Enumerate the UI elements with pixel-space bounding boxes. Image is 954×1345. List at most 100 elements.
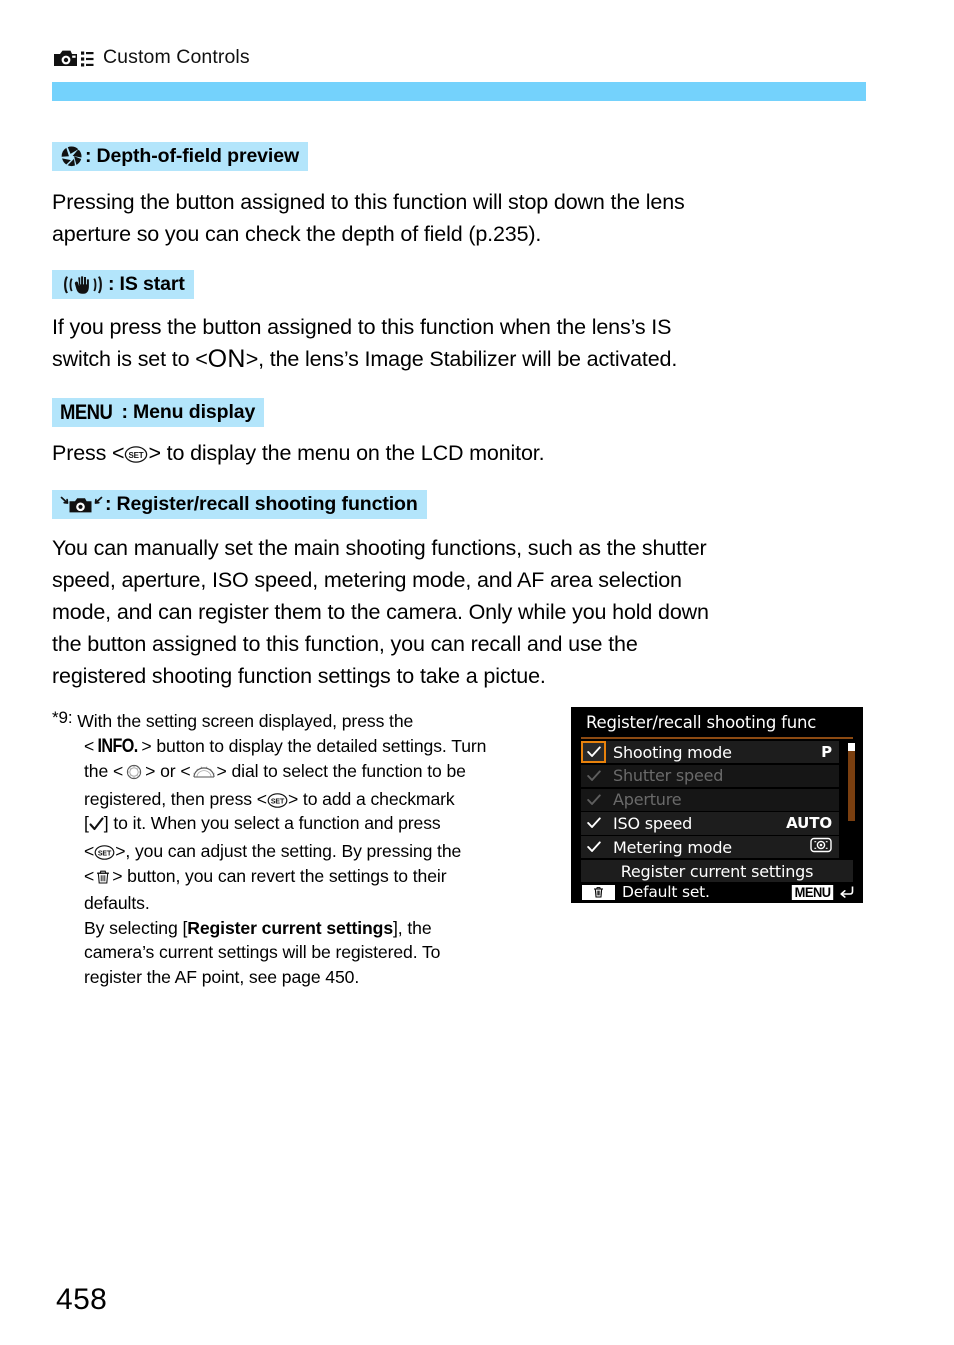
paragraph-line: aperture so you can check the depth of f… xyxy=(52,222,542,246)
svg-text:SET: SET xyxy=(129,451,144,460)
section-heading-colon-2: : xyxy=(108,273,115,295)
image-stabilizer-icon xyxy=(60,274,106,296)
lcd-row-label: Aperture xyxy=(613,790,682,810)
paragraph-line: You can manually set the main shooting f… xyxy=(52,536,707,560)
section-heading-menu-display: MENU : Menu display xyxy=(52,398,265,427)
footnote-line: register the AF point, see page 450. xyxy=(84,966,360,987)
running-head-title: Custom Controls xyxy=(103,46,250,68)
paragraph-text: > to display the menu on the LCD monitor… xyxy=(148,441,545,465)
quick-control-dial-icon xyxy=(123,762,145,787)
lcd-checkbox[interactable] xyxy=(581,836,606,858)
footnote-text: By selecting [ xyxy=(84,917,188,938)
footnote-line: defaults. xyxy=(84,893,150,914)
footnote-block: *9: With the setting screen displayed, p… xyxy=(52,706,552,990)
lcd-scrollbar-thumb[interactable] xyxy=(848,743,855,751)
footnote-bold-menu-name: Register current settings xyxy=(187,917,393,938)
lcd-row-shooting-mode[interactable]: Shooting mode P xyxy=(581,741,839,764)
footnote-text: > dial to select the function to be xyxy=(216,761,466,782)
paragraph-register-recall: You can manually set the main shooting f… xyxy=(52,532,882,692)
lcd-footer: Default set. MENU xyxy=(571,882,863,902)
footnote-line: registered, then press < SET > to add a ch… xyxy=(52,787,552,812)
lcd-screenshot: Register/recall shooting func Shooting m… xyxy=(571,707,863,903)
footnote-text: ], the xyxy=(393,917,432,938)
paragraph-line: Press < SET > to display the menu on the L… xyxy=(52,437,752,469)
lcd-row-shutter-speed[interactable]: Shutter speed xyxy=(581,764,839,787)
footnote-line: [] to it. When you select a function and… xyxy=(52,811,552,839)
lcd-row-label: Shooting mode xyxy=(613,742,732,762)
paragraph-line: If you press the button assigned to this… xyxy=(52,315,672,339)
set-button-icon: SET xyxy=(267,790,288,808)
lcd-row-value: P xyxy=(821,743,832,762)
lcd-option-list: Shooting mode P Shutter speed Aperture I… xyxy=(581,741,839,860)
footnote-text: registered, then press < xyxy=(84,788,267,809)
camera-menu-icon xyxy=(52,47,94,69)
paragraph-line: registered shooting function settings to… xyxy=(52,664,546,688)
lcd-row-aperture[interactable]: Aperture xyxy=(581,788,839,811)
menu-word-text: MENU xyxy=(60,400,113,424)
header-rule xyxy=(52,82,866,101)
paragraph-text: switch is set to < xyxy=(52,347,208,371)
footnote-text: the < xyxy=(84,761,124,782)
set-button-icon: SET xyxy=(94,842,115,860)
footnote-marker: *9: xyxy=(52,708,73,727)
section-heading-is-start: : IS start xyxy=(52,270,194,299)
section-heading-label-3: Menu display xyxy=(132,401,256,423)
footnote-text: < xyxy=(84,840,95,861)
lcd-register-current-settings-button[interactable]: Register current settings xyxy=(581,860,853,882)
paragraph-line: the button assigned to this function, yo… xyxy=(52,632,638,656)
section-heading-register-recall: : Register/recall shooting function xyxy=(52,490,427,519)
footnote-line: < SET >, you can adjust the setting. By pr… xyxy=(52,839,552,864)
paragraph-line: speed, aperture, ISO speed, metering mod… xyxy=(52,568,682,592)
trash-button-icon xyxy=(94,867,112,892)
main-dial-icon xyxy=(191,762,217,787)
set-button-icon: SET xyxy=(124,440,148,463)
lcd-row-iso-speed[interactable]: ISO speed AUTO xyxy=(581,812,839,835)
aperture-preview-icon xyxy=(60,145,83,168)
section-heading-label-1: Depth-of-field preview xyxy=(96,145,300,167)
paragraph-menu-display: Press < SET > to display the menu on the L… xyxy=(52,437,752,469)
lcd-checkbox[interactable] xyxy=(581,765,606,787)
footnote-text: With the setting screen displayed, press… xyxy=(77,711,414,731)
page-number: 458 xyxy=(56,1283,108,1316)
lcd-footer-return[interactable]: MENU xyxy=(790,883,855,902)
section-heading-colon-3: : xyxy=(121,401,128,423)
footnote-text: ] to it. When you select a function and … xyxy=(103,813,441,834)
lcd-row-label: ISO speed xyxy=(613,813,693,833)
paragraph-depth-of-field-preview: Pressing the button assigned to this fun… xyxy=(52,186,852,250)
footnote-line: < > button, you can revert the settings t… xyxy=(52,864,552,892)
lcd-checkbox-selected[interactable] xyxy=(581,741,606,764)
footnote-text: > or < xyxy=(145,761,191,782)
lcd-title-rule xyxy=(581,737,853,739)
footnote-line: < INFO. > button to display the detailed s… xyxy=(52,734,552,760)
running-head: Custom Controls xyxy=(52,46,250,69)
section-heading-colon-1: : xyxy=(85,145,92,167)
evaluative-metering-icon xyxy=(810,838,832,857)
footnote-text: > button to display the detailed setting… xyxy=(141,735,487,756)
menu-badge[interactable]: MENU xyxy=(791,884,834,900)
svg-text:SET: SET xyxy=(271,798,285,805)
section-heading-label-2: IS start xyxy=(119,273,185,295)
lcd-row-value-metering xyxy=(810,838,832,857)
svg-text:SET: SET xyxy=(98,851,112,858)
return-arrow-icon xyxy=(839,883,855,902)
lcd-checkbox[interactable] xyxy=(581,812,606,834)
lcd-scrollbar[interactable] xyxy=(848,743,855,821)
trash-icon[interactable] xyxy=(582,884,615,900)
footnote-line: *9: With the setting screen displayed, p… xyxy=(52,706,552,734)
register-recall-camera-icon xyxy=(60,494,103,516)
footnote-line: camera’s current settings will be regist… xyxy=(84,942,441,963)
lcd-row-metering-mode[interactable]: Metering mode xyxy=(581,836,839,859)
paragraph-line: Pressing the button assigned to this fun… xyxy=(52,190,685,214)
checkmark-icon xyxy=(89,814,104,839)
paragraph-text: Press < xyxy=(52,441,125,465)
footnote-text: < xyxy=(84,865,95,886)
footnote-line: the < > or < > dial to select the function… xyxy=(52,759,552,787)
section-heading-label-4: Register/recall shooting function xyxy=(116,493,418,515)
lcd-title: Register/recall shooting func xyxy=(586,712,817,732)
footnote-text: > button, you can revert the settings to… xyxy=(112,865,447,886)
footnote-line: By selecting [Register current settings]… xyxy=(52,916,552,941)
lcd-row-label: Metering mode xyxy=(613,837,732,857)
paragraph-is-start: If you press the button assigned to this… xyxy=(52,311,862,375)
lcd-checkbox[interactable] xyxy=(581,789,606,811)
lcd-footer-default-set-label: Default set. xyxy=(622,883,710,901)
